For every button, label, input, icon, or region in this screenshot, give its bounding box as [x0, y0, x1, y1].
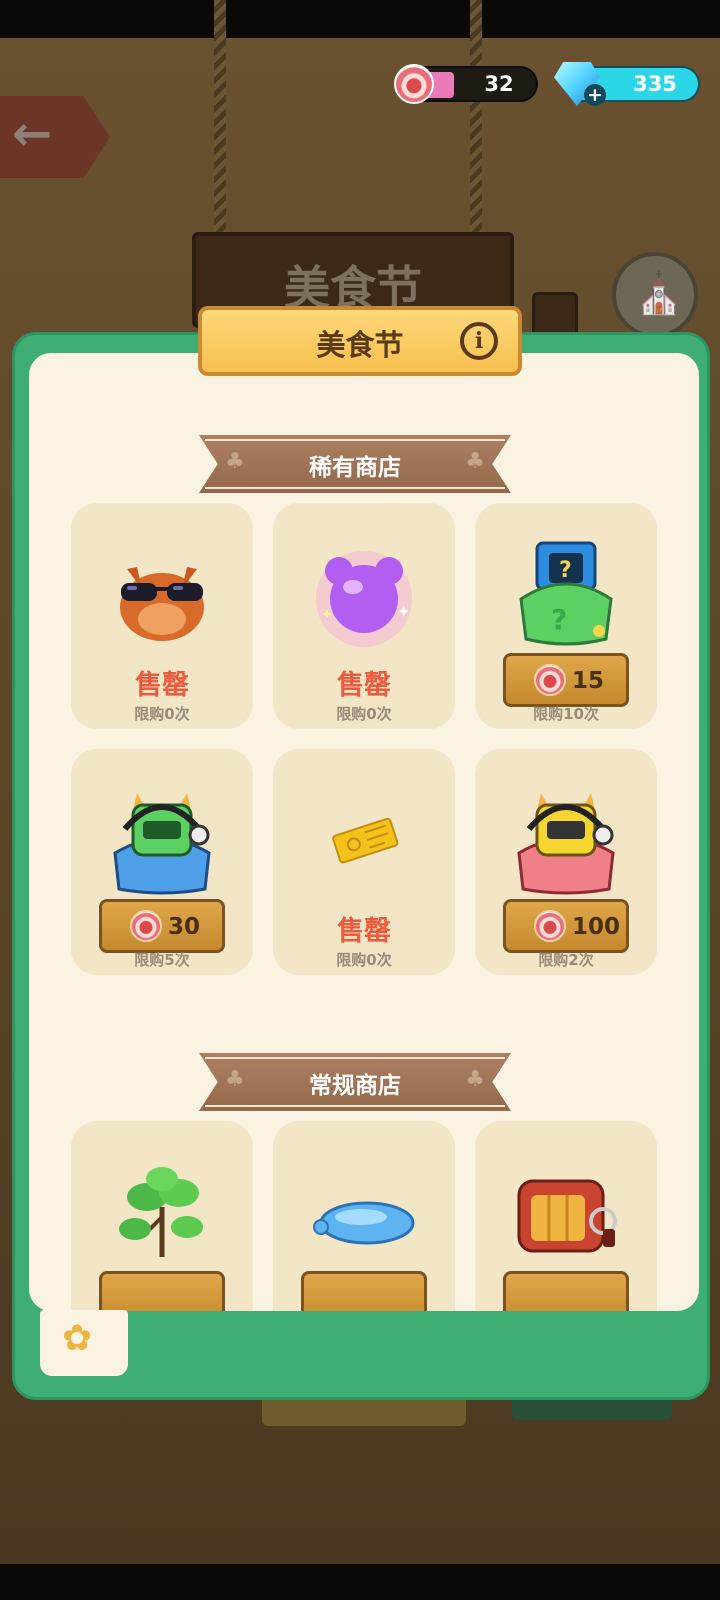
- shop-item-card[interactable]: 30 限购5次: [71, 749, 253, 975]
- purchase-limit: 限购0次: [336, 705, 392, 723]
- shop-item-card[interactable]: [71, 1121, 253, 1311]
- rare-shop-title: 稀有商店: [309, 455, 401, 481]
- buy-button[interactable]: [301, 1271, 427, 1311]
- buy-button[interactable]: [503, 1271, 629, 1311]
- rare-shop-banner: ♣ ♣ 稀有商店: [199, 435, 511, 493]
- food-token-value: 32: [484, 72, 514, 96]
- green-robot-cat-icon: [113, 793, 211, 895]
- sold-out-label: 售罄: [135, 670, 189, 701]
- shop-dialog: ♣ ♣ 稀有商店 售罄 限购0次 ✦ ✦ 售罄 限购0次 ? ? 15 限购10…: [12, 332, 710, 1400]
- rope-right: [470, 0, 482, 240]
- back-arrow-icon: ←: [12, 106, 53, 162]
- regular-shop-banner: ♣ ♣ 常规商店: [199, 1053, 511, 1111]
- shop-icon: ⛪: [634, 271, 684, 317]
- donut-token-icon: [534, 664, 566, 696]
- purchase-limit: 限购10次: [533, 705, 599, 723]
- red-toaster-icon: [517, 1179, 617, 1253]
- leaf-tab[interactable]: ✿: [40, 1310, 128, 1376]
- golden-ticket-icon: [332, 817, 399, 864]
- svg-text:?: ?: [559, 558, 572, 583]
- svg-text:✦: ✦: [397, 602, 410, 621]
- gem-counter[interactable]: + 335: [554, 62, 700, 106]
- sold-out-label: 售罄: [337, 916, 391, 947]
- mystery-bag-icon: ? ?: [519, 541, 613, 646]
- gem-value: 335: [633, 72, 677, 96]
- shop-item-card[interactable]: 售罄 限购0次: [273, 749, 455, 975]
- price-value: 100: [572, 914, 621, 940]
- svg-text:✦: ✦: [321, 607, 333, 623]
- purchase-limit: 限购5次: [134, 951, 190, 969]
- purchase-limit: 限购2次: [538, 951, 594, 969]
- shop-item-card[interactable]: 100 限购2次: [475, 749, 657, 975]
- price-value: 15: [572, 668, 605, 694]
- buy-button[interactable]: 15: [503, 653, 629, 707]
- rope-left: [214, 0, 226, 240]
- bottom-bar-bg: [0, 1564, 720, 1600]
- dialog-title-plate: 美食节 i: [198, 306, 522, 376]
- svg-text:?: ?: [551, 603, 567, 636]
- shop-item-card[interactable]: [273, 1121, 455, 1311]
- food-token-counter: 32: [394, 64, 538, 104]
- purchase-limit: 限购0次: [336, 951, 392, 969]
- top-bar-bg: [0, 0, 720, 38]
- donut-token-icon: [534, 910, 566, 942]
- buy-button[interactable]: 30: [99, 899, 225, 953]
- purchase-limit: 限购0次: [134, 705, 190, 723]
- game-scene: 美食节 ← ⛪ 32 + 335 ♣ ♣ 稀有商店 售罄 限购0次 ✦ ✦ 售罄…: [0, 0, 720, 1600]
- donut-token-icon: [394, 64, 434, 104]
- add-gems-button[interactable]: +: [584, 84, 606, 106]
- buy-button[interactable]: [99, 1271, 225, 1311]
- blue-jelly-puddle-icon: [313, 1201, 415, 1245]
- shop-item-card[interactable]: 售罄 限购0次: [71, 503, 253, 729]
- shop-item-card[interactable]: ✦ ✦ 售罄 限购0次: [273, 503, 455, 729]
- shop-item-card[interactable]: ? ? 15 限购10次: [475, 503, 657, 729]
- donut-token-icon: [130, 910, 162, 942]
- shop-button[interactable]: ⛪: [612, 252, 698, 338]
- price-value: 30: [168, 914, 201, 940]
- shop-item-card[interactable]: [475, 1121, 657, 1311]
- regular-shop-title: 常规商店: [309, 1073, 401, 1099]
- info-icon[interactable]: i: [460, 322, 498, 360]
- herb-plant-icon: [119, 1167, 203, 1257]
- purple-bear-jelly-icon: ✦ ✦: [316, 551, 412, 647]
- leaf-tab-icon: ✿: [62, 1318, 93, 1359]
- buy-button[interactable]: 100: [503, 899, 629, 953]
- yellow-robot-cat-icon: [517, 793, 615, 895]
- shop-panel: ♣ ♣ 稀有商店 售罄 限购0次 ✦ ✦ 售罄 限购0次 ? ? 15 限购10…: [29, 353, 699, 1311]
- sunglasses-bird-icon: [120, 567, 204, 641]
- sold-out-label: 售罄: [337, 670, 391, 701]
